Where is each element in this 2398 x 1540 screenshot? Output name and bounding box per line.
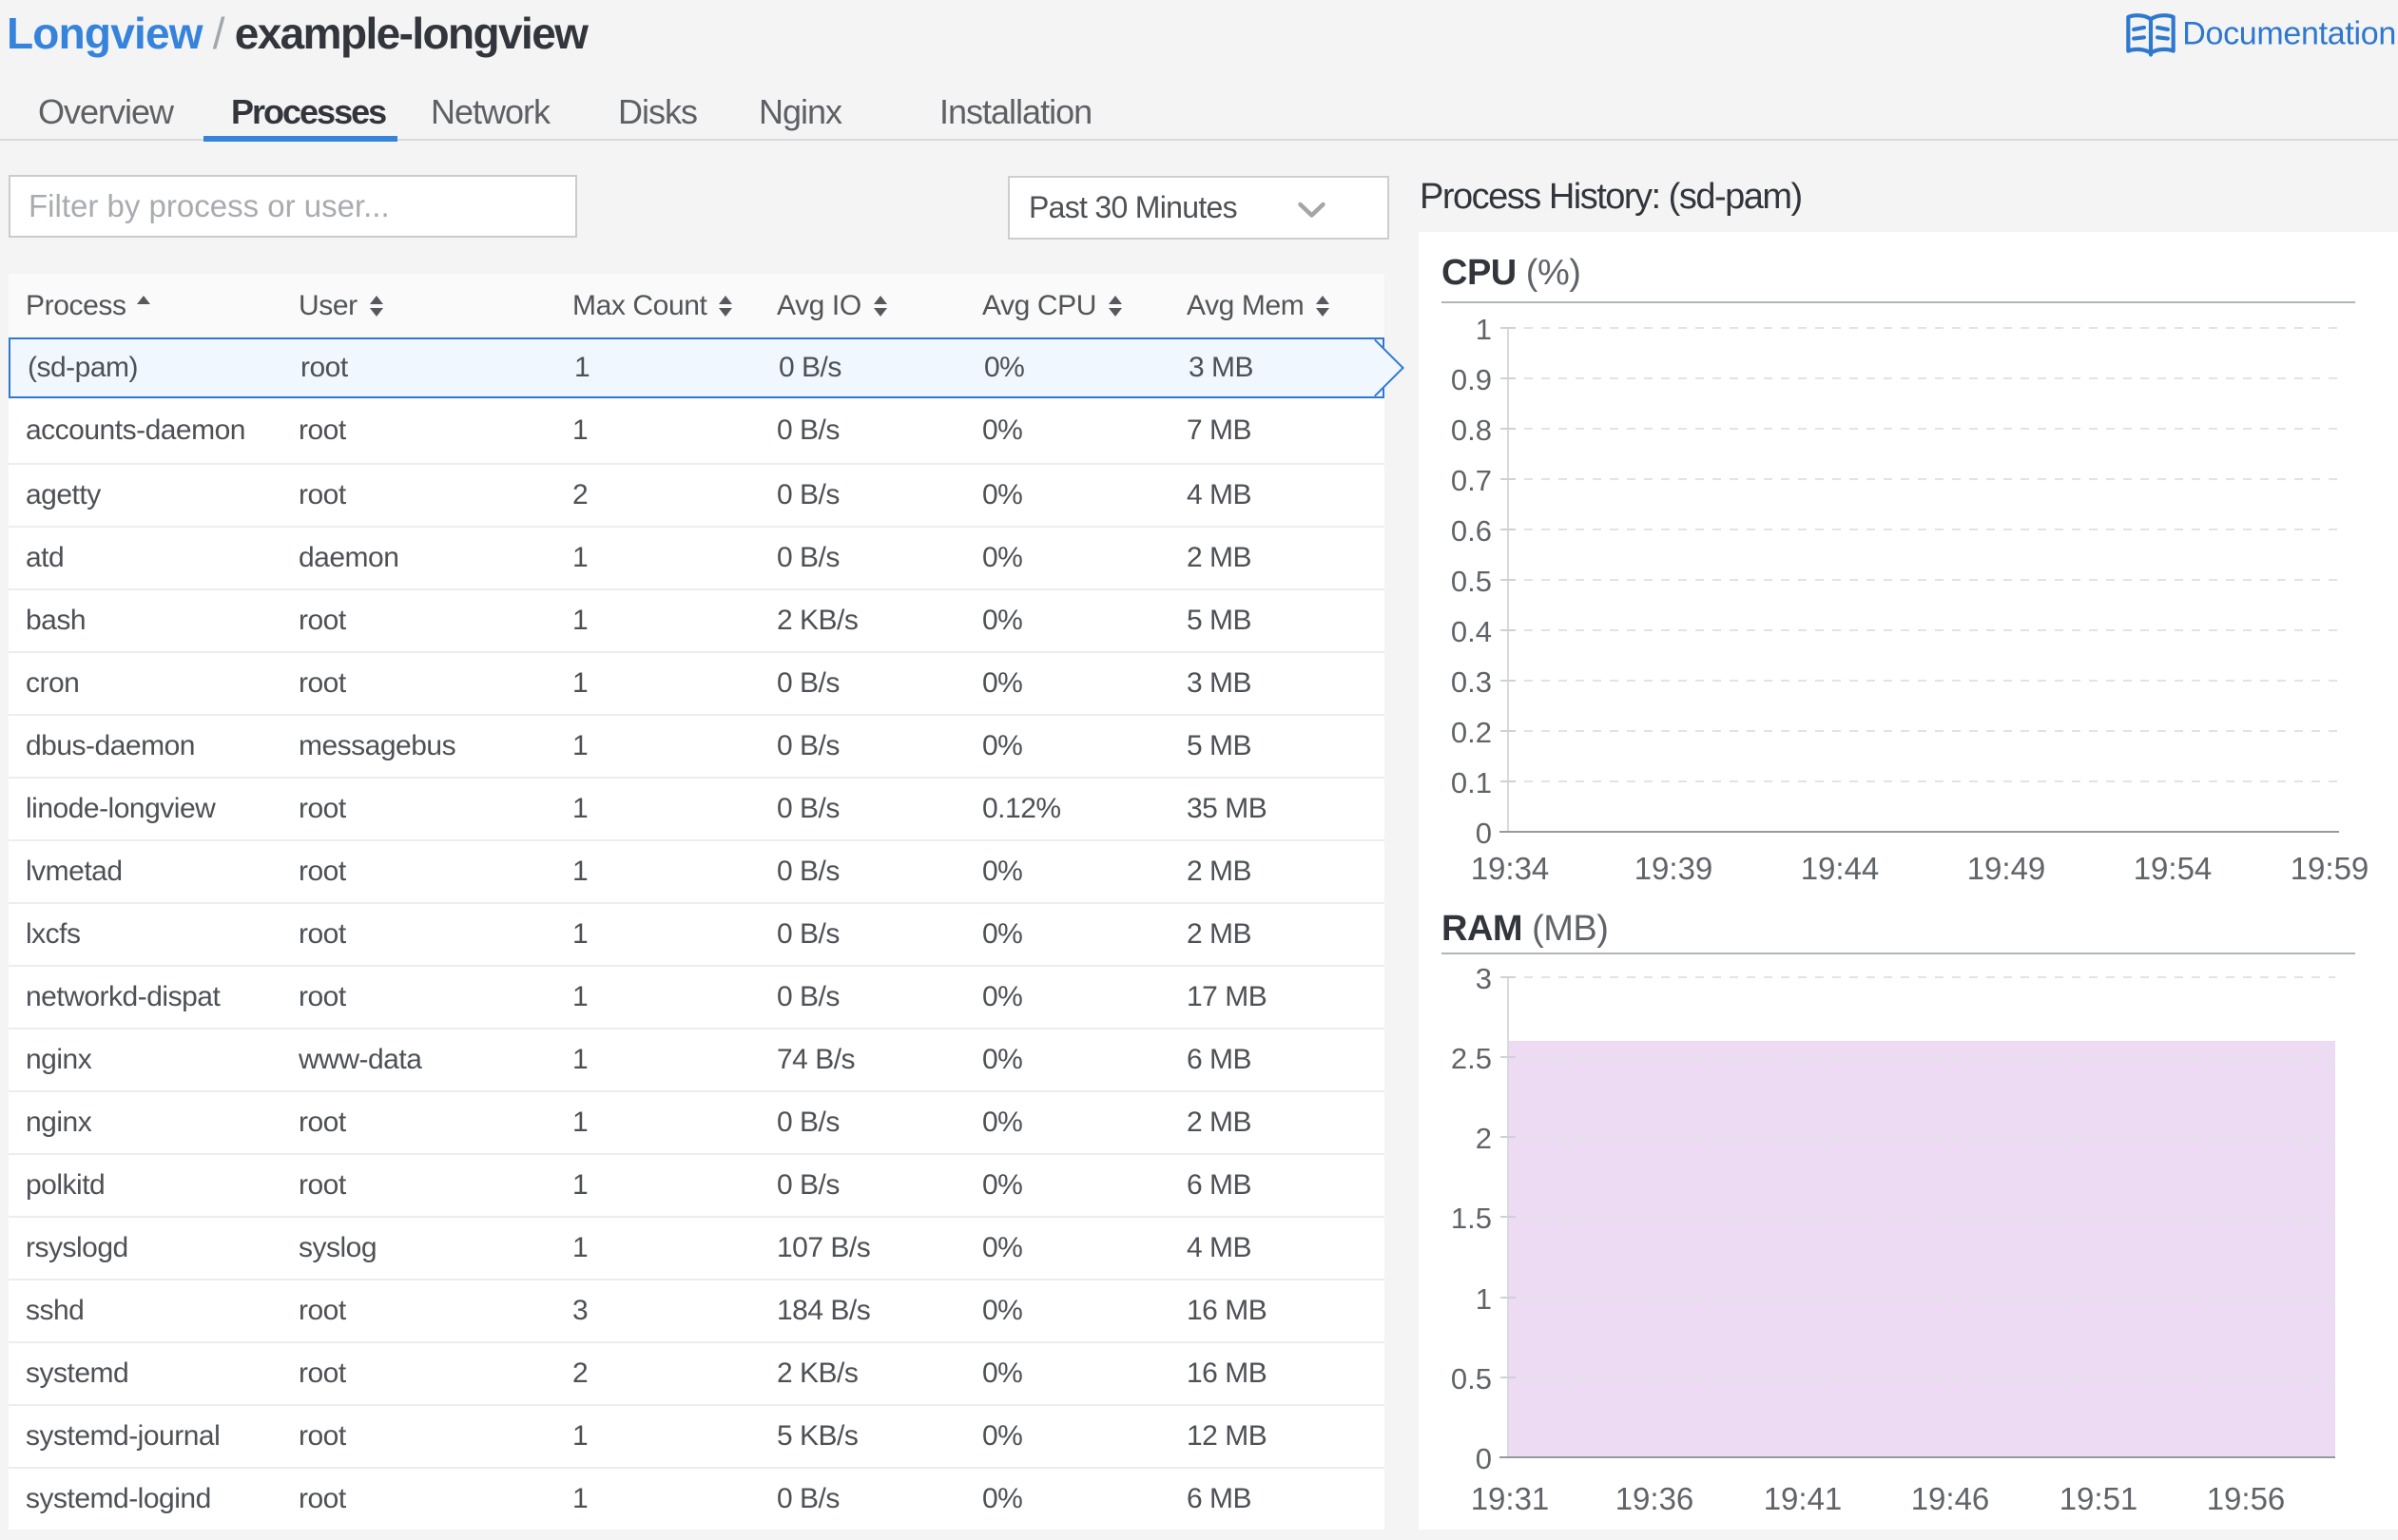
svg-text:0.7: 0.7	[1451, 464, 1492, 497]
svg-text:19:51: 19:51	[2060, 1481, 2138, 1516]
svg-text:19:31: 19:31	[1471, 1481, 1550, 1516]
svg-text:1: 1	[1476, 313, 1492, 346]
svg-text:0.4: 0.4	[1451, 615, 1492, 648]
svg-text:0: 0	[1476, 817, 1492, 850]
svg-text:19:36: 19:36	[1615, 1481, 1694, 1516]
svg-text:0.1: 0.1	[1451, 766, 1492, 799]
svg-text:19:54: 19:54	[2134, 851, 2213, 886]
svg-text:19:44: 19:44	[1801, 851, 1880, 886]
svg-text:2: 2	[1476, 1122, 1492, 1155]
svg-text:0.5: 0.5	[1451, 1362, 1492, 1396]
svg-text:0.2: 0.2	[1451, 716, 1492, 749]
svg-text:0.6: 0.6	[1451, 514, 1492, 548]
svg-text:0.9: 0.9	[1451, 363, 1492, 396]
svg-text:19:56: 19:56	[2207, 1481, 2286, 1516]
svg-text:1: 1	[1476, 1282, 1492, 1316]
svg-text:19:34: 19:34	[1471, 851, 1550, 886]
svg-text:2.5: 2.5	[1451, 1042, 1492, 1075]
svg-text:19:46: 19:46	[1911, 1481, 1990, 1516]
svg-text:19:49: 19:49	[1967, 851, 2046, 886]
svg-text:19:39: 19:39	[1634, 851, 1713, 886]
svg-text:19:59: 19:59	[2291, 851, 2369, 886]
svg-text:0.8: 0.8	[1451, 414, 1492, 447]
svg-text:0: 0	[1476, 1442, 1492, 1475]
svg-text:19:41: 19:41	[1764, 1481, 1843, 1516]
svg-text:3: 3	[1476, 962, 1492, 995]
svg-text:0.5: 0.5	[1451, 565, 1492, 598]
svg-text:1.5: 1.5	[1451, 1202, 1492, 1235]
svg-text:0.3: 0.3	[1451, 665, 1492, 699]
